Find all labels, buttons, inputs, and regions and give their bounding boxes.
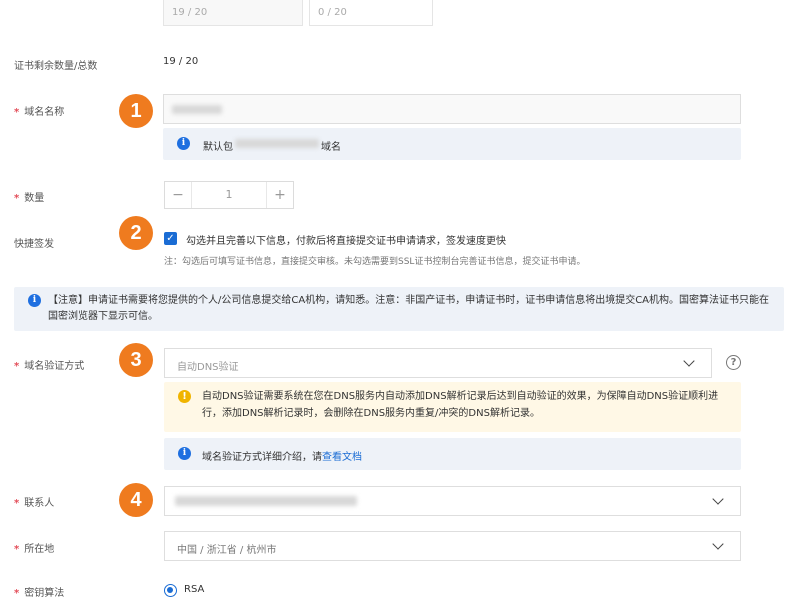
quantity-value[interactable]: 1 <box>191 182 267 208</box>
quantity-stepper[interactable]: − 1 + <box>164 181 294 209</box>
verify-warning-text: 自动DNS验证需要系统在您在DNS服务内自动添加DNS解析记录后达到自动验证的效… <box>202 391 719 419</box>
algorithm-label: 密钥算法 <box>14 584 64 599</box>
verify-doc-box: i 域名验证方式详细介绍，请查看文档 <box>164 438 741 470</box>
domain-label: 域名名称 <box>14 103 64 118</box>
remaining-value: 19 / 20 <box>163 56 199 67</box>
info-icon: i <box>178 447 191 460</box>
help-icon[interactable]: ? <box>726 355 741 370</box>
quick-issue-checkbox[interactable]: ✓ <box>164 232 177 245</box>
quantity-label: 数量 <box>14 189 44 204</box>
chevron-down-icon <box>712 538 724 550</box>
view-docs-link[interactable]: 查看文档 <box>322 452 362 463</box>
step-badge-4: 4 <box>119 483 153 517</box>
quick-issue-note: 注：勾选后可填写证书信息，直接提交审核。未勾选需要到SSL证书控制台完善证书信息… <box>164 257 586 267</box>
step-badge-3: 3 <box>119 343 153 377</box>
top-right-value: 0 / 20 <box>318 7 347 18</box>
top-left-value: 19 / 20 <box>172 7 208 18</box>
notice-box: i 【注意】申请证书需要将您提供的个人/公司信息提交给CA机构，请知悉。注意：非… <box>14 287 784 331</box>
verify-doc-line: 域名验证方式详细介绍，请查看文档 <box>202 448 362 463</box>
step-badge-2: 2 <box>119 216 153 250</box>
quantity-minus-button[interactable]: − <box>165 182 191 208</box>
top-right-field[interactable]: 0 / 20 <box>309 0 433 26</box>
quantity-plus-button[interactable]: + <box>267 182 293 208</box>
verify-method-value: 自动DNS验证 <box>177 362 239 373</box>
info-icon: i <box>177 137 190 150</box>
domain-info-box: i 默认包 域名 <box>163 128 741 160</box>
domain-input[interactable] <box>163 94 741 124</box>
quick-issue-label: 快捷签发 <box>14 239 54 250</box>
quick-issue-text: 勾选并且完善以下信息，付款后将直接提交证书申请请求，签发速度更快 <box>186 236 506 247</box>
algorithm-rsa-label: RSA <box>184 584 205 595</box>
location-label: 所在地 <box>14 540 54 555</box>
redacted-domain-info <box>235 139 319 148</box>
warning-icon: ! <box>178 390 191 403</box>
redacted-contact <box>175 496 357 506</box>
redacted-domain <box>172 105 222 114</box>
domain-info-suffix: 域名 <box>321 142 341 153</box>
verify-doc-prefix: 域名验证方式详细介绍，请 <box>202 452 322 463</box>
verify-method-select[interactable]: 自动DNS验证 <box>164 348 712 378</box>
location-select[interactable]: 中国 / 浙江省 / 杭州市 <box>164 531 741 561</box>
location-value: 中国 / 浙江省 / 杭州市 <box>177 545 277 556</box>
contact-select[interactable] <box>164 486 741 516</box>
top-left-field: 19 / 20 <box>163 0 303 26</box>
notice-text: 【注意】申请证书需要将您提供的个人/公司信息提交给CA机构，请知悉。注意：非国产… <box>48 295 770 322</box>
verify-warning-box: ! 自动DNS验证需要系统在您在DNS服务内自动添加DNS解析记录后达到自动验证… <box>164 382 741 432</box>
step-badge-1: 1 <box>119 94 153 128</box>
remaining-label: 证书剩余数量/总数 <box>14 61 98 72</box>
chevron-down-icon <box>683 355 695 367</box>
info-icon: i <box>28 294 41 307</box>
algorithm-rsa-radio[interactable] <box>164 584 177 597</box>
domain-info-prefix: 默认包 <box>203 142 233 153</box>
verify-label: 域名验证方式 <box>14 357 84 372</box>
contact-label: 联系人 <box>14 494 54 509</box>
chevron-down-icon <box>712 493 724 505</box>
